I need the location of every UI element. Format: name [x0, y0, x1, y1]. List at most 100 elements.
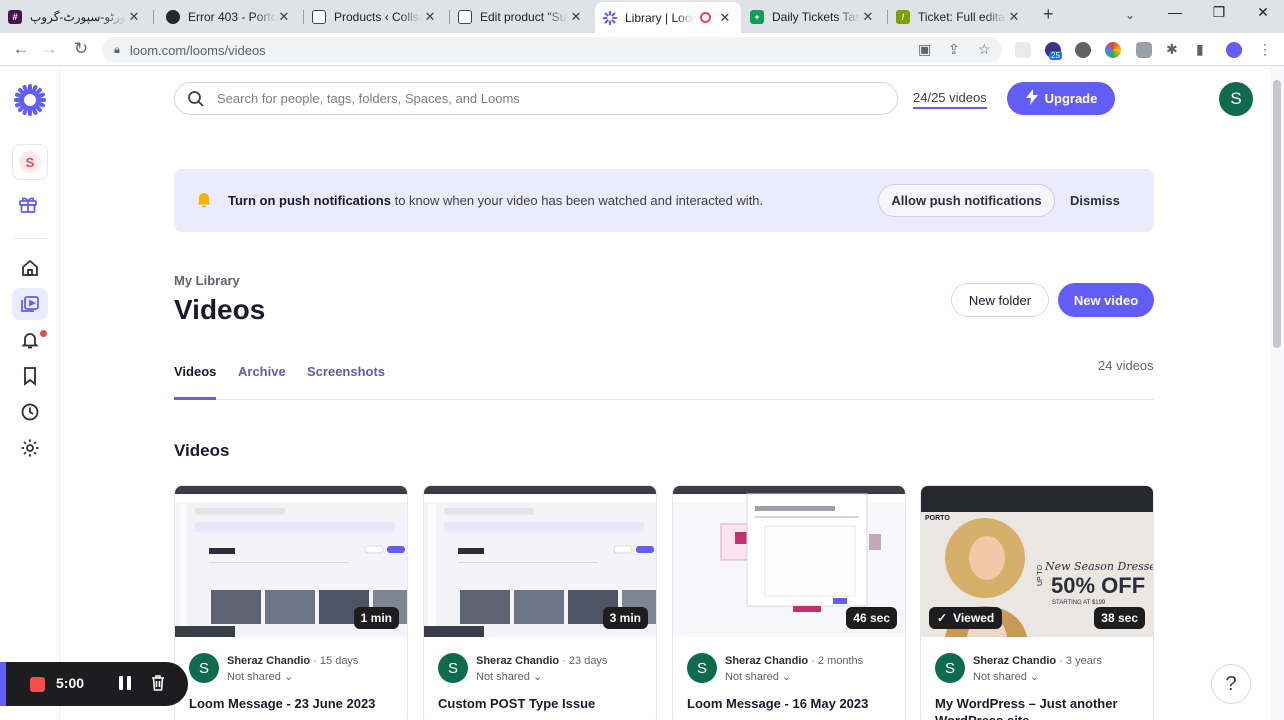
- wp-admin-icon: [312, 9, 326, 24]
- video-card[interactable]: 3 min S Sheraz Chandio · 23 days Not sha…: [423, 485, 657, 720]
- tab-title: Library | Loom: [625, 10, 694, 25]
- video-card[interactable]: 46 sec S Sheraz Chandio · 2 months Not s…: [672, 485, 906, 720]
- browser-tab[interactable]: + Daily Tickets Task ✕: [742, 4, 884, 29]
- loom-logo-icon[interactable]: [14, 84, 46, 116]
- extension-badge-icon[interactable]: 25: [1045, 42, 1062, 60]
- pause-icon[interactable]: [117, 674, 133, 697]
- history-clock-icon[interactable]: [12, 396, 48, 428]
- sharing-dropdown[interactable]: Not shared ⌄: [227, 670, 293, 683]
- scrollbar-thumb[interactable]: [1273, 80, 1281, 348]
- sidepanel-icon[interactable]: ▮: [1196, 41, 1204, 58]
- close-icon[interactable]: ✕: [422, 9, 438, 25]
- thumb-headline: New Season Dresses: [1045, 560, 1154, 573]
- back-icon[interactable]: ←: [10, 39, 32, 59]
- rail-divider: [14, 238, 46, 239]
- close-icon[interactable]: ✕: [1006, 9, 1022, 25]
- forward-icon[interactable]: →: [38, 39, 60, 59]
- author-name: Sheraz Chandio: [973, 655, 1057, 667]
- video-card[interactable]: 1 min S Sheraz Chandio · 15 days Not sha…: [174, 485, 408, 720]
- close-icon[interactable]: ✕: [276, 9, 292, 25]
- bell-icon: [196, 191, 212, 212]
- browser-tab[interactable]: Edit product "Sup ✕: [450, 4, 592, 29]
- video-title[interactable]: My WordPress – Just another WordPress si…: [935, 695, 1145, 720]
- thumb-site-header: [921, 486, 1153, 512]
- loom-left-rail: S: [0, 66, 60, 720]
- search-input[interactable]: Search for people, tags, folders, Spaces…: [174, 82, 898, 115]
- help-button[interactable]: ?: [1211, 664, 1251, 704]
- library-icon[interactable]: [12, 288, 48, 320]
- video-title[interactable]: Custom POST Type Issue: [438, 695, 648, 712]
- profile-icon[interactable]: [1226, 42, 1242, 58]
- sharing-dropdown[interactable]: Not shared ⌄: [973, 670, 1039, 683]
- puzzle-extensions-icon[interactable]: ✱: [1166, 41, 1178, 58]
- globe-extension-icon[interactable]: [1075, 42, 1091, 58]
- new-video-button[interactable]: New video: [1058, 283, 1154, 317]
- user-avatar[interactable]: S: [1219, 82, 1253, 116]
- allow-push-notifications-button[interactable]: Allow push notifications: [878, 184, 1055, 217]
- close-icon[interactable]: ✕: [126, 9, 142, 25]
- banner-message: Turn on push notifications to know when …: [228, 193, 763, 208]
- search-icon: [187, 90, 205, 111]
- browser-tab-active[interactable]: Library | Loom ✕: [595, 2, 741, 33]
- banner-message-bold: Turn on push notifications: [228, 193, 391, 208]
- stop-recording-button[interactable]: [30, 677, 45, 692]
- share-icon[interactable]: ⇪: [948, 41, 960, 58]
- gift-icon[interactable]: [18, 194, 38, 219]
- sharing-dropdown[interactable]: Not shared ⌄: [476, 670, 542, 683]
- lock-icon: 🔒︎: [114, 43, 120, 56]
- new-tab-plus-icon[interactable]: +: [1043, 4, 1054, 25]
- browser-tab[interactable]: # پورٹو-سپورٹ-گروپ ✕: [0, 4, 150, 29]
- window-close-icon[interactable]: ✕: [1248, 4, 1278, 21]
- restore-icon[interactable]: ❐: [1204, 4, 1234, 21]
- github-icon: [166, 9, 180, 24]
- close-icon[interactable]: ✕: [860, 9, 876, 25]
- tab-search-chevron-icon[interactable]: ⌄: [1125, 8, 1135, 22]
- duration-badge: 1 min: [353, 607, 399, 629]
- browser-tab[interactable]: / Ticket: Full editab ✕: [888, 4, 1030, 29]
- video-title[interactable]: Loom Message - 23 June 2023: [189, 695, 399, 712]
- upgrade-button[interactable]: Upgrade: [1007, 82, 1115, 115]
- workspace-switcher[interactable]: S: [12, 144, 48, 180]
- breadcrumb[interactable]: My Library: [174, 273, 240, 288]
- close-icon[interactable]: ✕: [717, 10, 733, 26]
- dismiss-button[interactable]: Dismiss: [1070, 193, 1120, 208]
- library-tabs: Videos Archive Screenshots: [174, 364, 1154, 400]
- author-name: Sheraz Chandio: [725, 655, 809, 667]
- tab-archive[interactable]: Archive: [238, 364, 286, 400]
- slack-icon: #: [8, 9, 22, 24]
- video-quota-link[interactable]: 24/25 videos: [913, 90, 987, 109]
- sharing-dropdown[interactable]: Not shared ⌄: [725, 670, 791, 683]
- home-icon[interactable]: [12, 252, 48, 284]
- video-age: 15 days: [319, 655, 359, 667]
- color-extension-icon[interactable]: [1105, 42, 1121, 58]
- thumb-upto: UP TO: [1037, 564, 1044, 586]
- page-title: Videos: [174, 294, 266, 325]
- sharing-status: Not shared: [476, 671, 530, 683]
- bookmark-star-icon[interactable]: ☆: [978, 41, 991, 58]
- settings-gear-icon[interactable]: [12, 432, 48, 464]
- cast-blocked-icon[interactable]: ▣: [918, 41, 931, 58]
- off-extension-icon[interactable]: [1136, 42, 1152, 58]
- reload-icon[interactable]: ↻: [70, 39, 92, 59]
- video-age: 2 months: [817, 655, 864, 667]
- browser-tab[interactable]: Error 403 - Porto ✕: [158, 4, 300, 29]
- thumb-starting: STARTING AT $199: [1052, 600, 1106, 606]
- new-folder-button[interactable]: New folder: [951, 283, 1049, 317]
- close-icon[interactable]: ✕: [568, 9, 584, 25]
- video-card[interactable]: PORTO New Season Dresses UP TO 50% OFF S…: [920, 485, 1154, 720]
- extension-icon[interactable]: [1015, 42, 1031, 58]
- url-text: loom.com/looms/videos: [129, 42, 266, 58]
- tab-videos[interactable]: Videos: [174, 364, 217, 400]
- bookmark-icon[interactable]: [12, 360, 48, 392]
- minimize-icon[interactable]: —: [1160, 4, 1190, 20]
- recording-indicator-icon: [700, 12, 711, 23]
- viewed-badge: ✓ Viewed: [929, 607, 1003, 629]
- trash-icon[interactable]: [150, 674, 166, 697]
- tab-screenshots[interactable]: Screenshots: [307, 364, 385, 400]
- browser-menu-icon[interactable]: ⋮: [1258, 41, 1272, 58]
- address-bar[interactable]: 🔒︎ loom.com/looms/videos: [102, 37, 1002, 63]
- browser-tab[interactable]: Products ‹ Collsa ✕: [304, 4, 446, 29]
- chevron-down-icon: ⌄: [283, 671, 294, 683]
- notifications-bell-icon[interactable]: [12, 324, 48, 356]
- video-title[interactable]: Loom Message - 16 May 2023: [687, 695, 897, 712]
